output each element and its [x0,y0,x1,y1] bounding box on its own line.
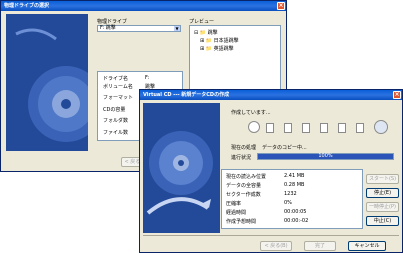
tree-item-label: 英語跳撃 [213,46,234,52]
stat-value: 2.41 MB [284,173,305,179]
stat-label: セクター作成数 [226,192,261,198]
stat-value: 00:00:05 [284,209,307,215]
drive-select[interactable]: F: 跳撃 ▼ [97,25,181,32]
stat-value: 00:00:-02 [284,218,309,224]
stat-value: 0% [284,200,292,206]
cancel-button[interactable]: キャンセル [348,241,386,251]
stats-panel: 現在の読込み位置 2.41 MB データの全容量 0.28 MB セクター作成数… [221,169,363,229]
close-icon[interactable]: × [393,91,401,99]
tree-item-label: 跳撃 [207,30,218,36]
progress-label: 進行状況 [231,155,252,161]
dialog-titlebar: 物理ドライブの選択 × [1,1,286,11]
stat-label: データの全容量 [226,183,262,189]
close-icon[interactable]: × [277,2,285,10]
stat-label: 圧縮率 [226,201,242,207]
stat-label: 経過時間 [226,210,247,216]
document-icon [338,123,346,133]
pause-button[interactable]: 一時停止(P) [366,202,399,212]
drive-label: 物理ドライブ [97,19,128,25]
tree-item-english[interactable]: ⊞ 📁 英語跳撃 [200,45,234,52]
tree-item-root[interactable]: ⊟ 📁 跳撃 [194,29,218,36]
divider [143,235,399,236]
info-value: F: [145,75,150,81]
document-icon [266,123,274,133]
disc-icon [248,121,260,133]
tree-item-label: 日本語跳撃 [213,38,239,44]
document-icon [302,123,310,133]
back-button[interactable]: < 戻る(B) [260,241,292,251]
dialog-titlebar: Virtual CD --- 新規データCDの作成 × [140,90,402,100]
status-text: 作成しています... [231,110,271,116]
current-label: 現在の処理 [231,145,257,151]
info-label: ファイル数 [103,130,129,136]
info-label: フォーマット [103,95,134,101]
start-button[interactable]: スタート(S) [366,174,399,184]
stat-label: 作成予想時間 [226,219,257,225]
chevron-down-icon[interactable]: ▼ [174,26,180,31]
info-label: ドライブ名 [103,76,129,82]
finish-button[interactable]: 完了 [304,241,336,251]
abort-button[interactable]: 中止(C) [366,216,399,226]
cd-artwork [143,103,220,233]
stat-label: 現在の読込み位置 [226,174,267,180]
document-icon [320,123,328,133]
virtual-cd-create-dialog: Virtual CD --- 新規データCDの作成 × 作成しています... 現… [139,89,403,253]
document-icon [284,123,292,133]
cd-artwork [6,14,88,151]
dialog-title: 物理ドライブの選択 [4,3,50,9]
current-value: データのコピー中... [262,145,307,151]
info-label: CDの容量 [103,107,126,113]
progress-bar: 100% [257,153,394,160]
drive-select-value: F: 跳撃 [100,25,116,31]
dialog-title: Virtual CD --- 新規データCDの作成 [143,92,230,98]
stat-value: 1232 [284,191,297,197]
tree-item-japanese[interactable]: ⊞ 📁 日本語跳撃 [200,37,239,44]
stop-button[interactable]: 停止(E) [366,188,399,198]
progress-text: 100% [318,153,333,159]
preview-label: プレビュー [189,19,215,25]
disc-burn-icon [374,120,388,134]
info-label: ボリューム名 [103,84,133,90]
info-label: フォルダ数 [103,118,129,124]
stat-value: 0.28 MB [284,182,305,188]
document-icon [356,123,364,133]
